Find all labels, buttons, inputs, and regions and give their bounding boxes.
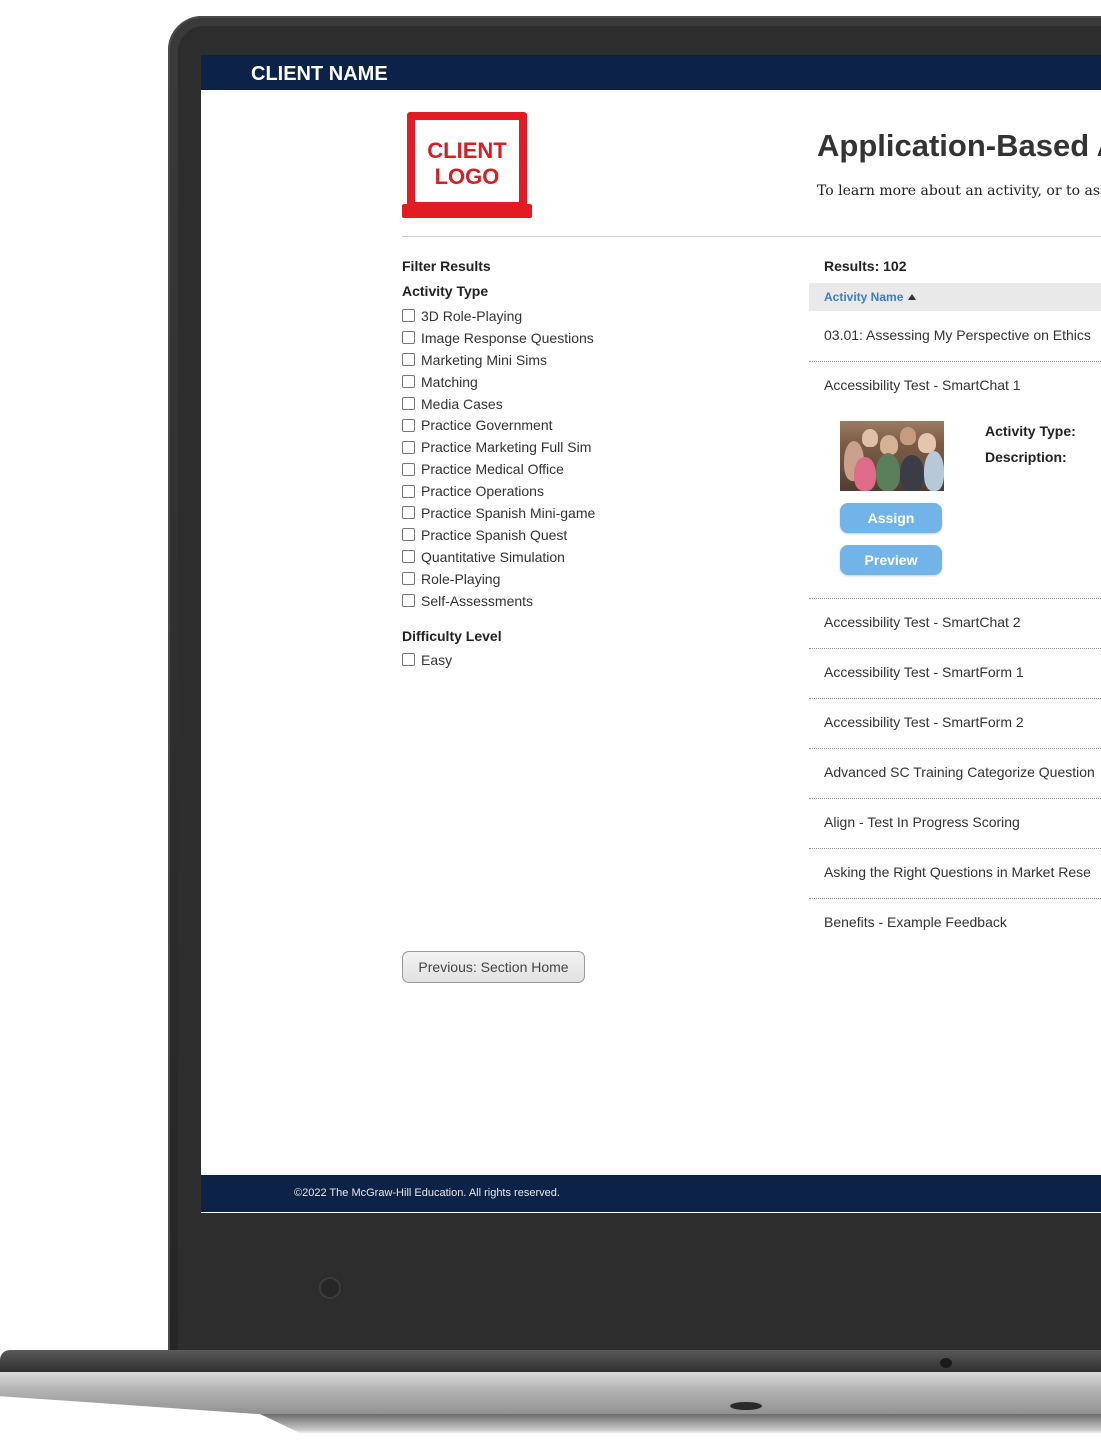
filter-option-label[interactable]: Practice Medical Office bbox=[421, 461, 564, 477]
checkbox[interactable] bbox=[402, 331, 415, 345]
result-item-link[interactable]: Accessibility Test - SmartForm 1 bbox=[824, 664, 1024, 680]
activity-type-option[interactable]: Quantitative Simulation bbox=[402, 546, 595, 568]
page-subtitle: To learn more about an activity, or to a… bbox=[817, 183, 1101, 199]
checkbox[interactable] bbox=[402, 528, 415, 542]
filter-option-label[interactable]: Practice Operations bbox=[421, 483, 544, 499]
result-item-link[interactable]: Align - Test In Progress Scoring bbox=[824, 814, 1020, 830]
webcam-icon bbox=[319, 1277, 341, 1299]
row-divider bbox=[809, 898, 1101, 899]
preview-button[interactable]: Preview bbox=[840, 545, 942, 575]
filter-option-label[interactable]: Self-Assessments bbox=[421, 593, 533, 609]
activity-type-option[interactable]: Practice Government bbox=[402, 414, 595, 436]
activity-thumbnail bbox=[840, 421, 944, 491]
laptop-screen: CLIENT NAME CLIENT LOGO Application-Base… bbox=[201, 55, 1101, 1213]
row-divider bbox=[809, 848, 1101, 849]
result-item-link[interactable]: Advanced SC Training Categorize Question bbox=[824, 764, 1095, 780]
row-divider bbox=[809, 698, 1101, 699]
checkbox[interactable] bbox=[402, 506, 415, 520]
activity-type-option[interactable]: Marketing Mini Sims bbox=[402, 349, 595, 371]
row-divider bbox=[809, 361, 1101, 362]
activity-type-option[interactable]: Self-Assessments bbox=[402, 590, 595, 612]
activity-type-option[interactable]: 3D Role-Playing bbox=[402, 305, 595, 327]
activity-type-option[interactable]: Practice Spanish Quest bbox=[402, 524, 595, 546]
checkbox[interactable] bbox=[402, 440, 415, 454]
result-item-link[interactable]: Accessibility Test - SmartForm 2 bbox=[824, 714, 1024, 730]
checkbox[interactable] bbox=[402, 353, 415, 367]
row-divider bbox=[809, 798, 1101, 799]
row-divider bbox=[809, 648, 1101, 649]
checkbox[interactable] bbox=[402, 418, 415, 432]
difficulty-level-title: Difficulty Level bbox=[402, 628, 502, 644]
filter-option-label[interactable]: Practice Government bbox=[421, 417, 553, 433]
activity-type-title: Activity Type bbox=[402, 283, 489, 299]
logo-line-2: LOGO bbox=[434, 164, 500, 189]
activity-type-filter-list: 3D Role-Playing Image Response Questions M… bbox=[402, 305, 595, 611]
checkbox[interactable] bbox=[402, 653, 415, 667]
client-logo: CLIENT LOGO bbox=[402, 112, 532, 218]
sort-column-label[interactable]: Activity Name bbox=[824, 290, 903, 304]
laptop-base bbox=[0, 1372, 1101, 1416]
laptop-base-shadow bbox=[260, 1414, 1101, 1434]
checkbox[interactable] bbox=[402, 550, 415, 564]
top-navigation-bar: CLIENT NAME bbox=[201, 55, 1101, 90]
result-item-link[interactable]: Accessibility Test - SmartChat 1 bbox=[824, 377, 1021, 393]
difficulty-filter-list: Easy bbox=[402, 649, 452, 671]
copyright-text: ©2022 The McGraw-Hill Education. All rig… bbox=[294, 1187, 560, 1199]
activity-type-option[interactable]: Image Response Questions bbox=[402, 327, 595, 349]
sensor-icon bbox=[940, 1358, 952, 1368]
description-label: Description: bbox=[985, 449, 1067, 465]
difficulty-option[interactable]: Easy bbox=[402, 649, 452, 671]
checkbox[interactable] bbox=[402, 572, 415, 586]
filter-results-title: Filter Results bbox=[402, 258, 491, 274]
results-count: Results: 102 bbox=[824, 258, 907, 274]
logo-stand bbox=[402, 204, 532, 218]
result-item-link[interactable]: Asking the Right Questions in Market Res… bbox=[824, 864, 1091, 880]
assign-button[interactable]: Assign bbox=[840, 503, 942, 533]
header-divider bbox=[402, 236, 1101, 237]
page-title: Application-Based A bbox=[817, 128, 1101, 163]
sort-ascending-icon[interactable] bbox=[908, 294, 917, 300]
previous-section-button[interactable]: Previous: Section Home bbox=[402, 951, 585, 983]
filter-option-label[interactable]: Practice Marketing Full Sim bbox=[421, 439, 591, 455]
filter-option-label[interactable]: Marketing Mini Sims bbox=[421, 352, 547, 368]
result-item-link[interactable]: Accessibility Test - SmartChat 2 bbox=[824, 614, 1021, 630]
activity-type-option[interactable]: Matching bbox=[402, 371, 595, 393]
filter-option-label[interactable]: Easy bbox=[421, 652, 452, 668]
checkbox[interactable] bbox=[402, 484, 415, 498]
filter-option-label[interactable]: Image Response Questions bbox=[421, 330, 594, 346]
activity-type-option[interactable]: Practice Marketing Full Sim bbox=[402, 436, 595, 458]
activity-type-option[interactable]: Practice Spanish Mini-game bbox=[402, 502, 595, 524]
checkbox[interactable] bbox=[402, 375, 415, 389]
checkbox[interactable] bbox=[402, 397, 415, 410]
footer: ©2022 The McGraw-Hill Education. All rig… bbox=[201, 1175, 1101, 1212]
filter-option-label[interactable]: Media Cases bbox=[421, 396, 503, 412]
activity-type-option[interactable]: Media Cases bbox=[402, 393, 595, 415]
laptop-hinge bbox=[0, 1350, 1101, 1374]
filter-option-label[interactable]: Practice Spanish Quest bbox=[421, 527, 567, 543]
result-item-link[interactable]: 03.01: Assessing My Perspective on Ethic… bbox=[824, 327, 1091, 343]
checkbox[interactable] bbox=[402, 309, 415, 323]
checkbox[interactable] bbox=[402, 594, 415, 608]
activity-name-sort-header[interactable]: Activity Name bbox=[809, 283, 1101, 311]
filter-option-label[interactable]: 3D Role-Playing bbox=[421, 308, 522, 324]
result-item-link[interactable]: Benefits - Example Feedback bbox=[824, 914, 1007, 930]
filter-option-label[interactable]: Matching bbox=[421, 374, 478, 390]
filter-option-label[interactable]: Role-Playing bbox=[421, 571, 500, 587]
activity-type-option[interactable]: Practice Operations bbox=[402, 480, 595, 502]
client-name: CLIENT NAME bbox=[251, 63, 388, 85]
logo-text: CLIENT LOGO bbox=[415, 138, 519, 190]
laptop-notch bbox=[730, 1402, 762, 1410]
row-divider bbox=[809, 748, 1101, 749]
activity-type-label: Activity Type: bbox=[985, 423, 1076, 439]
filter-option-label[interactable]: Practice Spanish Mini-game bbox=[421, 505, 595, 521]
activity-type-option[interactable]: Practice Medical Office bbox=[402, 458, 595, 480]
checkbox[interactable] bbox=[402, 462, 415, 476]
row-divider bbox=[809, 598, 1101, 599]
activity-type-option[interactable]: Role-Playing bbox=[402, 568, 595, 590]
filter-option-label[interactable]: Quantitative Simulation bbox=[421, 549, 565, 565]
logo-line-1: CLIENT bbox=[427, 138, 507, 163]
